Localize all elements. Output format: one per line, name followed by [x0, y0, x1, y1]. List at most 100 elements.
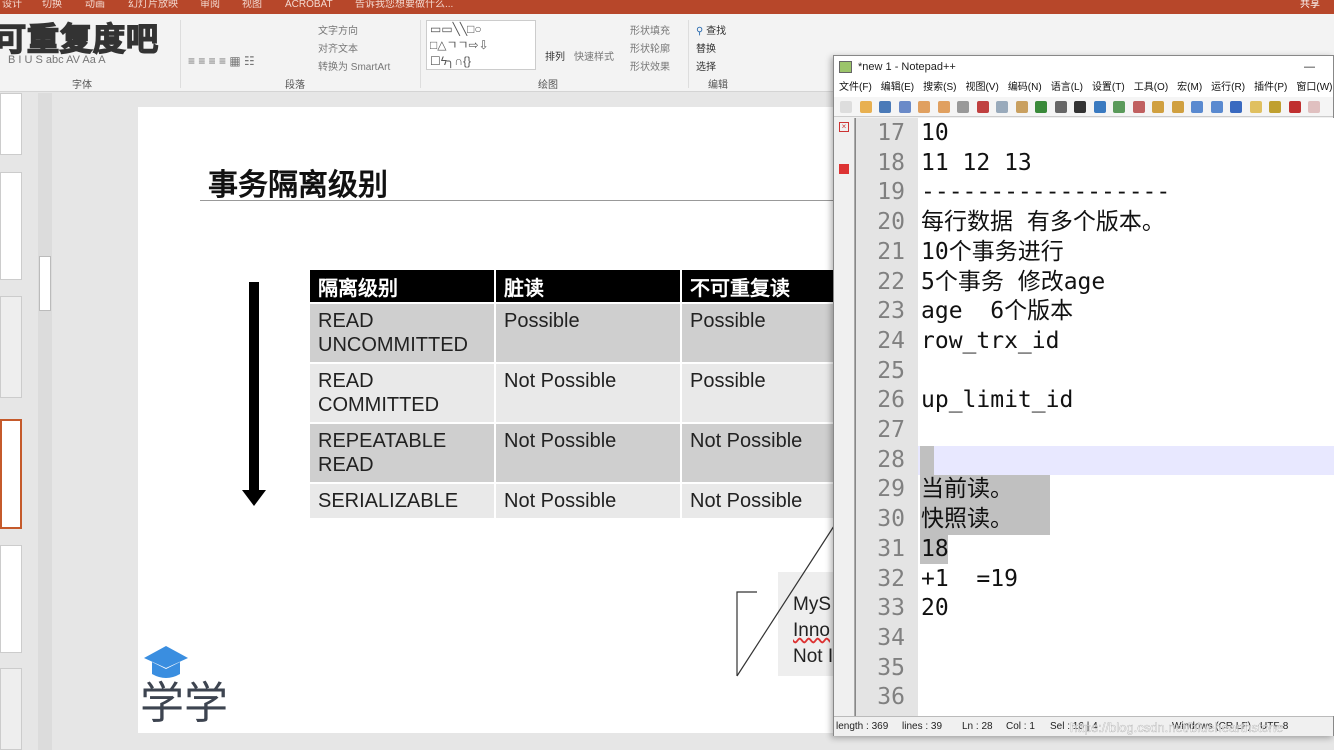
menu-encoding[interactable]: 编码(N): [1008, 82, 1042, 93]
table-cell: Not Possible: [496, 422, 680, 482]
thumbnail-scrollbar[interactable]: [38, 93, 52, 750]
slide-thumbnail[interactable]: [0, 93, 22, 155]
table-header: 隔离级别 脏读 不可重复读: [310, 270, 837, 302]
toolbar-button[interactable]: [1191, 101, 1203, 113]
line-number: 28: [877, 446, 905, 473]
drawing-group-label: 绘图: [538, 80, 558, 91]
replace-button[interactable]: 替换: [696, 40, 716, 55]
toolbar-button[interactable]: [1035, 101, 1047, 113]
slide-thumbnail[interactable]: [0, 668, 22, 750]
table-cell: Possible: [682, 362, 837, 422]
slide-thumbnail-selected[interactable]: [0, 419, 22, 529]
quick-styles-button[interactable]: 快速样式: [574, 48, 614, 63]
editor-line: 36: [855, 683, 1334, 713]
menu-settings[interactable]: 设置(T): [1092, 82, 1125, 93]
toolbar-button[interactable]: [1152, 101, 1164, 113]
window-title: *new 1 - Notepad++: [858, 61, 956, 73]
convert-smartart-button[interactable]: 转换为 SmartArt: [318, 58, 390, 73]
line-text: 每行数据 有多个版本。: [921, 209, 1165, 236]
arrow-head: [242, 490, 266, 506]
toolbar-button[interactable]: [859, 101, 872, 113]
toolbar-button[interactable]: [1015, 101, 1028, 113]
editor-line: 24 row_trx_id: [855, 327, 1334, 357]
menu-edit[interactable]: 编辑(E): [881, 82, 914, 93]
toolbar-button[interactable]: [1113, 101, 1125, 113]
document-tab-strip[interactable]: ×: [834, 118, 855, 716]
line-text: ------------------: [921, 179, 1171, 206]
shape-fill-button[interactable]: 形状填充: [630, 22, 670, 37]
line-text: +1 =19: [921, 565, 1018, 592]
paragraph-align-buttons[interactable]: ≡ ≡ ≡ ≡ ▦ ☷: [188, 54, 255, 68]
slide-thumbnail[interactable]: [0, 545, 22, 653]
shape-effects-button[interactable]: 形状效果: [630, 58, 670, 73]
toolbar-button[interactable]: [1308, 101, 1320, 113]
align-text-button[interactable]: 对齐文本: [318, 40, 358, 55]
menu-run[interactable]: 运行(R): [1211, 82, 1245, 93]
line-text: 5个事务 修改age: [921, 268, 1106, 295]
tab-review[interactable]: 审阅: [200, 0, 220, 10]
text-direction-button[interactable]: 文字方向: [318, 22, 358, 37]
tab-animations[interactable]: 动画: [85, 0, 105, 10]
line-text: 11 12 13: [921, 149, 1032, 176]
toolbar-button[interactable]: [1249, 101, 1262, 113]
toolbar-button[interactable]: [918, 101, 930, 113]
slide-title: 事务隔离级别: [208, 169, 388, 202]
share-button[interactable]: 共享: [1300, 0, 1320, 10]
toolbar-button[interactable]: [1093, 101, 1106, 113]
line-number: 20: [877, 209, 905, 236]
menu-search[interactable]: 搜索(S): [923, 82, 956, 93]
toolbar-button[interactable]: [996, 101, 1008, 113]
tab-view[interactable]: 视图: [242, 0, 262, 10]
tell-me-box[interactable]: 告诉我您想要做什么...: [355, 0, 453, 10]
menu-tools[interactable]: 工具(O): [1134, 82, 1168, 93]
table-cell: Not Possible: [682, 422, 837, 482]
toolbar-button[interactable]: [1132, 101, 1145, 113]
select-button[interactable]: 选择: [696, 58, 716, 73]
line-number: 31: [877, 535, 905, 562]
tab-slideshow[interactable]: 幻灯片放映: [128, 0, 178, 10]
arrange-button[interactable]: 排列: [545, 48, 565, 63]
line-text: 当前读。: [921, 476, 1013, 503]
status-col: Col : 1: [1006, 721, 1035, 732]
line-number: 34: [877, 624, 905, 651]
slide-thumbnail[interactable]: [0, 296, 22, 398]
shape-outline-button[interactable]: 形状轮廓: [630, 40, 670, 55]
editor-line: 33 20: [855, 594, 1334, 624]
toolbar-button[interactable]: [1171, 101, 1184, 113]
menu-file[interactable]: 文件(F): [839, 82, 872, 93]
toolbar-button[interactable]: [976, 101, 989, 113]
table-cell: READ UNCOMMITTED: [310, 302, 494, 362]
table-row: REPEATABLE READ Not Possible Not Possibl…: [310, 422, 837, 482]
tab-transitions[interactable]: 切换: [42, 0, 62, 10]
shapes-gallery[interactable]: ▭▭╲╲□○ □△ㄱㄱ⇨⇩ ☐ϟ╮∩{}: [426, 20, 536, 70]
toolbar-button[interactable]: [1230, 101, 1242, 113]
toolbar-button[interactable]: [1054, 101, 1067, 113]
toolbar-button[interactable]: [898, 101, 911, 113]
toolbar-button[interactable]: [1288, 101, 1301, 113]
text-editor[interactable]: 17 10 18 11 12 13 19 ------------------ 20 每行数据…: [855, 118, 1334, 716]
toolbar-button[interactable]: [840, 101, 852, 113]
toolbar-button[interactable]: [879, 101, 891, 113]
minimize-button[interactable]: —: [1304, 56, 1315, 78]
line-number: 24: [877, 327, 905, 354]
toolbar-button[interactable]: [1074, 101, 1086, 113]
editor-line: 26 up_limit_id: [855, 386, 1334, 416]
logo: 学学: [140, 642, 240, 729]
toolbar-button[interactable]: [1269, 101, 1281, 113]
table-cell: Not Possible: [496, 482, 680, 518]
toolbar-button[interactable]: [1210, 101, 1223, 113]
menu-view[interactable]: 视图(V): [965, 82, 998, 93]
menu-window[interactable]: 窗口(W): [1296, 82, 1332, 93]
toolbar-button[interactable]: [937, 101, 950, 113]
menu-macro[interactable]: 宏(M): [1177, 82, 1202, 93]
menu-language[interactable]: 语言(L): [1051, 82, 1083, 93]
slide-thumbnail[interactable]: [0, 172, 22, 280]
scrollbar-thumb[interactable]: [39, 256, 51, 311]
toolbar-button[interactable]: [957, 101, 969, 113]
tab-acrobat[interactable]: ACROBAT: [285, 0, 333, 10]
find-button[interactable]: ⚲ 查找: [696, 22, 726, 37]
close-icon[interactable]: ×: [839, 122, 849, 132]
tab-design[interactable]: 设计: [2, 0, 22, 10]
menu-plugins[interactable]: 插件(P): [1254, 82, 1287, 93]
line-text: row_trx_id: [921, 327, 1060, 354]
